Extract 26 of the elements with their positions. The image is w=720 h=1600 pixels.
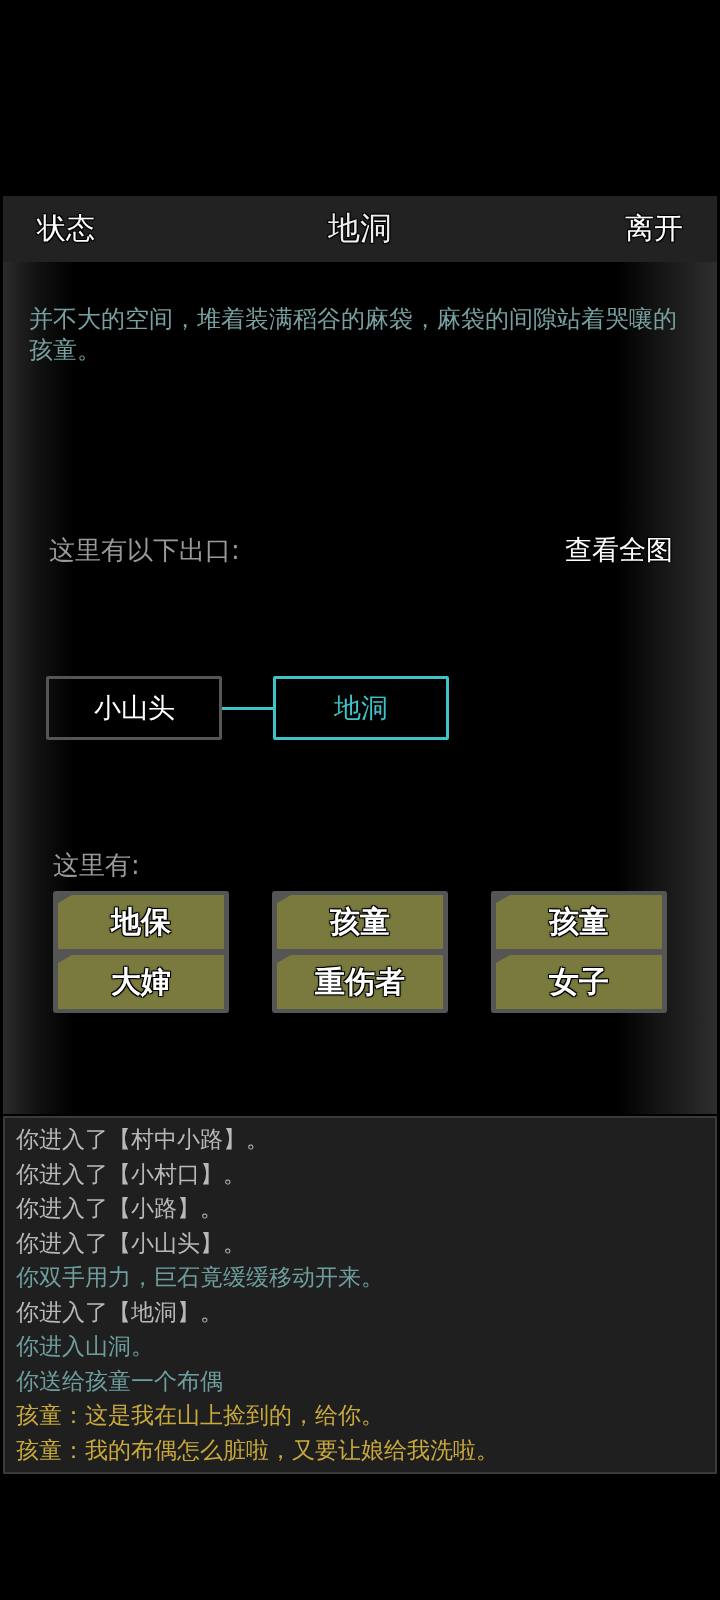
status-button[interactable]: 状态 — [37, 209, 95, 249]
npc-button[interactable]: 地保 — [58, 895, 224, 949]
full-map-button[interactable]: 查看全图 — [565, 532, 673, 568]
leave-button[interactable]: 离开 — [625, 209, 683, 249]
npc-button[interactable]: 孩童 — [277, 895, 443, 949]
connector-line — [222, 706, 273, 710]
exit-node[interactable]: 地洞 — [273, 676, 449, 740]
log-line: 孩童：这是我在山上捡到的，给你。 — [16, 1401, 385, 1430]
log-line: 孩童：我的布偶怎么脏啦，又要让娘给我洗啦。 — [16, 1435, 500, 1465]
location-title: 地洞 — [328, 208, 392, 249]
log-line: 你进入了【小山头】。 — [16, 1228, 247, 1258]
npc-button[interactable]: 孩童 — [496, 895, 662, 949]
log-line: 你进入了【小路】。 — [16, 1194, 224, 1223]
log-line: 你进入了【小村口】。 — [16, 1159, 247, 1189]
log-line: 你进入山洞。 — [16, 1332, 155, 1361]
log-line: 你进入了【地洞】。 — [16, 1297, 224, 1327]
exits-label: 这里有以下出口: — [49, 533, 240, 567]
exit-node[interactable]: 小山头 — [46, 676, 222, 740]
npc-button[interactable]: 女子 — [496, 955, 662, 1009]
log-line: 你送给孩童一个布偶 — [16, 1366, 224, 1396]
people-label: 这里有: — [53, 849, 141, 882]
scene-description: 并不大的空间，堆着装满稻谷的麻袋，麻袋的间隙站着哭嚷的孩童。 — [29, 304, 678, 366]
log-line: 你双手用力，巨石竟缓缓移动开来。 — [16, 1263, 385, 1292]
npc-button[interactable]: 重伤者 — [277, 955, 443, 1009]
npc-button[interactable]: 大婶 — [58, 955, 224, 1009]
log-line: 你进入了【村中小路】。 — [16, 1125, 270, 1154]
